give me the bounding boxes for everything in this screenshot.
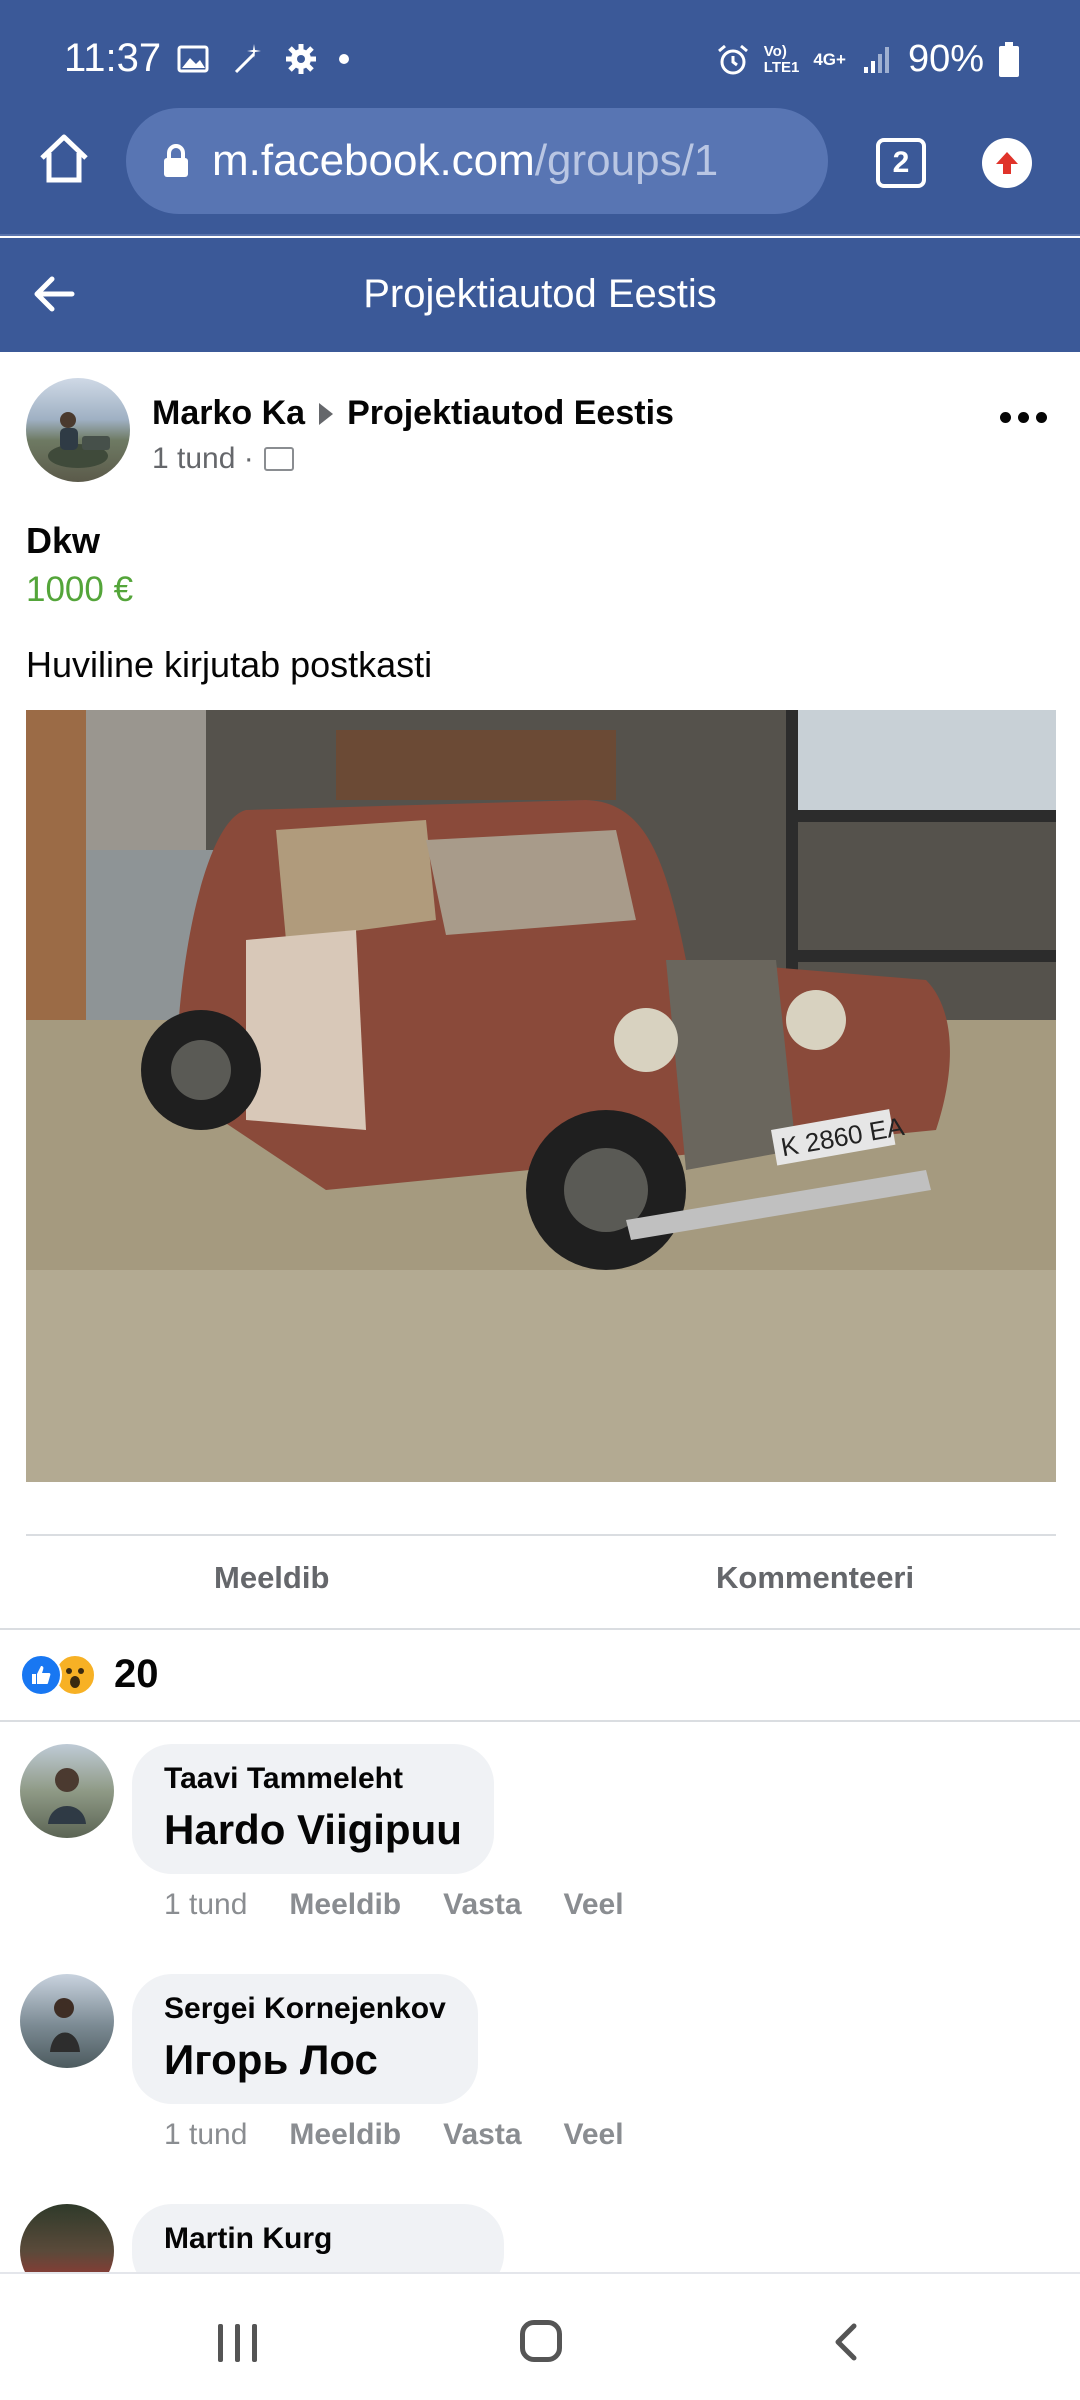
post-text: Huviline kirjutab postkasti <box>26 644 433 685</box>
tabs-button[interactable]: 2 <box>876 138 926 188</box>
comment-more-button[interactable]: Veel <box>564 1888 624 1922</box>
comment-text[interactable]: Игорь Лос <box>164 2036 446 2084</box>
signal-icon <box>863 46 889 73</box>
volte-indicator: Vo) LTE1 <box>763 42 800 76</box>
comment-actions: 1 tund Meeldib Vasta Veel <box>164 2118 624 2152</box>
status-time: 11:37 <box>64 36 162 80</box>
comment-like-button[interactable]: Meeldib <box>289 1888 401 1922</box>
divider <box>0 1720 1080 1722</box>
recent-apps-icon[interactable] <box>218 2324 257 2362</box>
comment-author[interactable]: Taavi Tammeleht <box>164 1762 462 1796</box>
network-type: 4G+ <box>813 49 846 69</box>
divider <box>26 1534 1056 1536</box>
caret-right-icon <box>319 402 334 425</box>
settings-gear-icon <box>286 44 316 74</box>
post-photo[interactable]: K 2860 EA <box>26 710 1056 1482</box>
comment-author[interactable]: Martin Kurg <box>164 2222 472 2256</box>
url-text: m.facebook.com/groups/1 <box>212 136 718 186</box>
more-options-icon[interactable] <box>1000 412 1047 423</box>
comment-bubble: Sergei Kornejenkov Игорь Лос <box>132 1974 478 2104</box>
group-title: Projektiautod Eestis <box>363 272 717 316</box>
alarm-icon <box>717 44 748 74</box>
group-audience-icon <box>263 447 294 471</box>
like-reaction-icon <box>20 1653 62 1696</box>
avatar-figure-icon <box>48 1768 86 1824</box>
back-chevron-icon[interactable] <box>828 2322 868 2362</box>
upload-button[interactable] <box>982 138 1032 188</box>
home-button-icon[interactable] <box>520 2320 562 2362</box>
comment-text[interactable]: Hardo Viigipuu <box>164 1806 462 1854</box>
status-notification-icons <box>176 42 350 76</box>
comment-button[interactable]: Kommenteeri <box>716 1560 914 1596</box>
post-meta: 1 tund · <box>152 442 294 476</box>
comment-time[interactable]: 1 tund <box>164 2118 247 2152</box>
gallery-icon <box>177 45 209 73</box>
comment-actions: 1 tund Meeldib Vasta Veel <box>164 1888 624 1922</box>
avatar-figure-icon <box>48 412 110 468</box>
commenter-avatar[interactable] <box>20 1974 114 2068</box>
comment-author[interactable]: Sergei Kornejenkov <box>164 1992 446 2026</box>
reactions-summary[interactable]: 20 <box>20 1652 159 1697</box>
comment-time[interactable]: 1 tund <box>164 1888 247 1922</box>
post-time[interactable]: 1 tund · <box>152 442 254 476</box>
comment-reply-button[interactable]: Vasta <box>443 1888 521 1922</box>
status-system-icons: Vo) LTE1 4G+ 90% <box>716 38 1020 81</box>
divider <box>0 1628 1080 1630</box>
reaction-count: 20 <box>114 1652 159 1696</box>
commenter-avatar[interactable] <box>20 1744 114 1838</box>
comment-reply-button[interactable]: Vasta <box>443 2118 521 2152</box>
browser-toolbar: m.facebook.com/groups/1 2 <box>0 100 1080 236</box>
avatar-figure-icon <box>50 1998 80 2052</box>
comment-more-button[interactable]: Veel <box>564 2118 624 2152</box>
lock-icon <box>164 144 188 177</box>
group-name[interactable]: Projektiautod Eestis <box>347 394 674 433</box>
battery-percent: 90% <box>907 38 984 80</box>
url-path: /groups/1 <box>534 136 719 185</box>
url-host: m.facebook.com <box>212 136 535 185</box>
author-name[interactable]: Marko Ka <box>152 394 305 433</box>
status-bar: 11:37 Vo) LTE1 4G+ 90% <box>0 0 1080 100</box>
notification-dot-icon <box>339 54 349 64</box>
listing-price: 1000 € <box>26 570 134 609</box>
upload-arrow-icon <box>996 152 1018 174</box>
comment-bubble: Taavi Tammeleht Hardo Viigipuu <box>132 1744 494 1874</box>
home-icon[interactable] <box>36 130 92 186</box>
system-navigation-bar <box>0 2272 1080 2400</box>
battery-icon <box>999 41 1019 77</box>
comment-like-button[interactable]: Meeldib <box>289 2118 401 2152</box>
listing-title: Dkw <box>26 520 101 561</box>
group-header: Projektiautod Eestis <box>0 238 1080 352</box>
author-avatar[interactable] <box>26 378 130 482</box>
magic-wand-icon <box>234 44 261 74</box>
post-author-line: Marko Ka Projektiautod Eestis <box>152 394 674 433</box>
like-button[interactable]: Meeldib <box>214 1560 329 1596</box>
car-photo-illustration: K 2860 EA <box>26 710 1056 1482</box>
url-bar[interactable]: m.facebook.com/groups/1 <box>126 108 828 214</box>
